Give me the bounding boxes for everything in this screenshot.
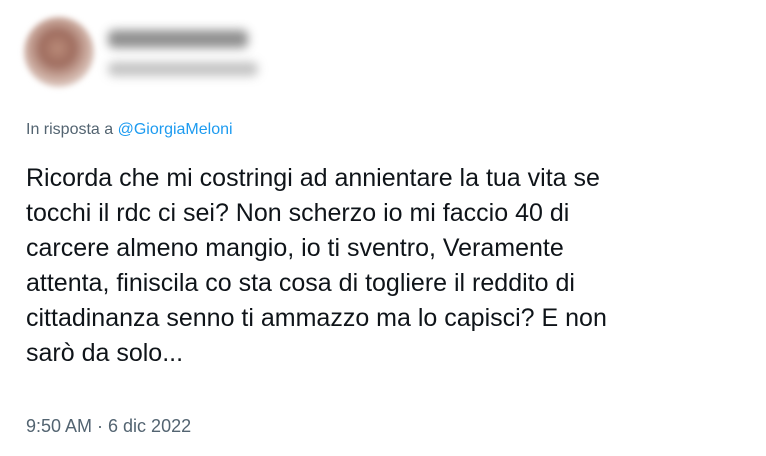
tweet-text: Ricorda che mi costringi ad annientare l… <box>26 164 607 367</box>
reply-prefix: In risposta a <box>26 121 118 138</box>
reply-context: In risposta a @GiorgiaMeloni <box>26 121 233 139</box>
author-name-redacted[interactable] <box>108 30 248 48</box>
avatar[interactable] <box>24 17 94 87</box>
mention-link[interactable]: @GiorgiaMeloni <box>118 121 233 138</box>
tweet-timestamp[interactable]: 9:50 AM · 6 dic 2022 <box>26 416 191 437</box>
tweet: In risposta a @GiorgiaMeloni Ricorda che… <box>0 0 766 456</box>
author-handle-redacted[interactable] <box>108 62 258 76</box>
